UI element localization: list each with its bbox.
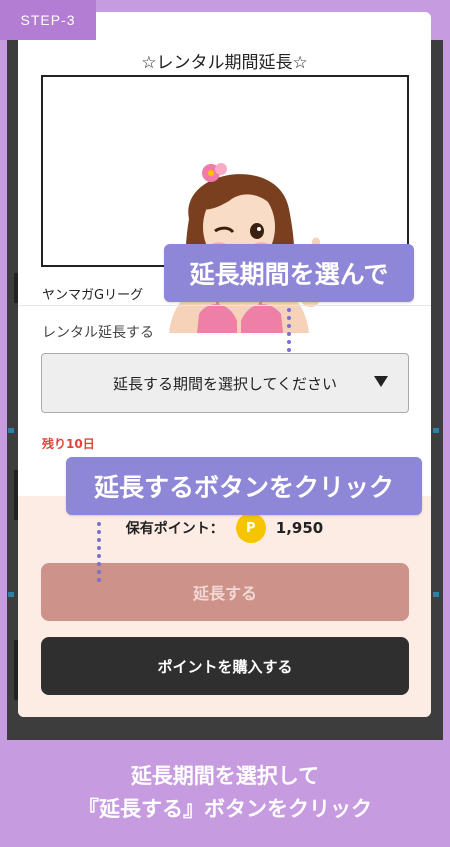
caption-line-1: 延長期間を選択して <box>130 764 320 788</box>
caption-line-2: 『延長する』ボタンをクリック <box>78 797 372 821</box>
background-accent <box>433 592 439 597</box>
section-label: レンタル延長する <box>42 325 154 341</box>
callout-dots <box>97 522 101 586</box>
point-coin-icon: P <box>235 513 266 543</box>
background-accent <box>8 428 14 433</box>
divider <box>18 305 431 306</box>
background-accent <box>8 592 14 597</box>
points-label: 保有ポイント： <box>125 521 224 537</box>
cover-image-frame <box>41 75 409 333</box>
step-badge: STEP-3 <box>0 0 96 40</box>
callout-select-period: 延長期間を選んで <box>164 244 414 302</box>
background-accent <box>433 428 439 433</box>
magazine-name: ヤンマガGリーグ <box>42 288 144 303</box>
callout-click-extend: 延長するボタンをクリック <box>66 457 422 515</box>
callout-dots <box>287 308 291 356</box>
caption: 延長期間を選択して 『延長する』ボタンをクリック <box>0 760 450 826</box>
points-row: 保有ポイント： P 1,950 <box>18 513 431 543</box>
points-value: 1,950 <box>275 519 324 537</box>
buy-points-button[interactable]: ポイントを購入する <box>41 637 409 695</box>
period-select[interactable]: 延長する期間を選択してください <box>41 353 409 413</box>
rental-extension-modal: ☆レンタル期間延長☆ ヤンマガGリーグ レンタル延長する 延長する期間を選択して… <box>18 12 431 717</box>
triangle-down-icon <box>374 376 388 387</box>
modal-title: ☆レンタル期間延長☆ <box>141 53 308 73</box>
period-select-value: 延長する期間を選択してください <box>112 374 338 393</box>
remaining-days: 残り10日 <box>42 437 95 451</box>
